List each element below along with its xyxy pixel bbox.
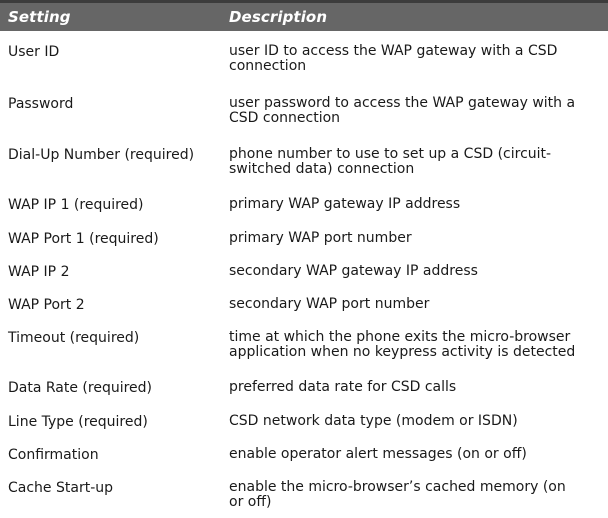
header-description: Description xyxy=(229,8,328,26)
row-description: secondary WAP gateway IP address xyxy=(229,263,478,279)
row-description: user ID to access the WAP gateway with a… xyxy=(229,43,558,74)
table-header: Setting Description xyxy=(0,3,608,31)
row-setting: Data Rate (required) xyxy=(8,380,153,396)
row-setting: Password xyxy=(8,96,74,112)
row-description: preferred data rate for CSD calls xyxy=(229,379,457,395)
row-setting: WAP Port 1 (required) xyxy=(8,231,159,247)
row-description: CSD network data type (modem or ISDN) xyxy=(229,413,518,429)
row-setting: Timeout (required) xyxy=(8,330,140,346)
row-description: primary WAP gateway IP address xyxy=(229,196,461,212)
row-setting: WAP IP 2 xyxy=(8,264,70,280)
row-setting: WAP Port 2 xyxy=(8,297,85,313)
row-setting: User ID xyxy=(8,44,60,60)
row-setting: WAP IP 1 (required) xyxy=(8,197,144,213)
row-description: primary WAP port number xyxy=(229,230,412,246)
row-description: user password to access the WAP gateway … xyxy=(229,95,576,126)
row-description: phone number to use to set up a CSD (cir… xyxy=(229,146,552,177)
row-setting: Cache Start-up xyxy=(8,480,113,496)
header-setting: Setting xyxy=(8,8,71,26)
row-description: enable operator alert messages (on or of… xyxy=(229,446,527,462)
row-description: enable the micro-browser’s cached memory… xyxy=(229,479,566,510)
row-description: secondary WAP port number xyxy=(229,296,430,312)
row-description: time at which the phone exits the micro-… xyxy=(229,329,576,360)
row-setting: Line Type (required) xyxy=(8,414,148,430)
row-setting: Confirmation xyxy=(8,447,99,463)
row-setting: Dial-Up Number (required) xyxy=(8,147,195,163)
